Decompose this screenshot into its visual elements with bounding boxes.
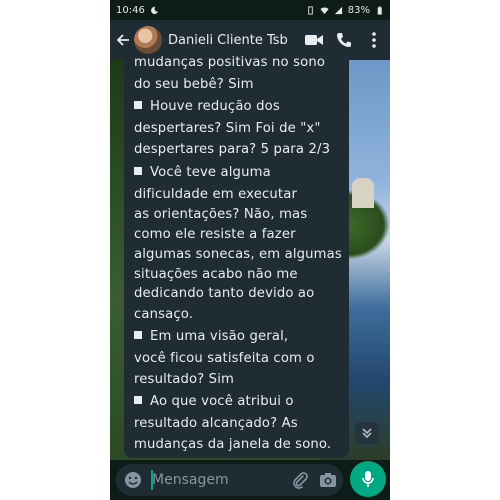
bullet-icon bbox=[134, 101, 142, 109]
voice-call-button[interactable] bbox=[332, 28, 356, 52]
message-bubble[interactable]: mudanças positivas no sono do seu bebê? … bbox=[124, 55, 349, 458]
message-line: mudanças positivas no sono bbox=[134, 55, 326, 70]
message-line: situações acabo não me bbox=[134, 267, 298, 282]
message-line: Houve redução dos bbox=[134, 99, 280, 114]
message-line: cansaço. bbox=[134, 307, 194, 322]
message-line: como ele resiste a fazer bbox=[134, 227, 296, 242]
message-line: despertares para? 5 para 2/3 bbox=[134, 142, 331, 157]
video-call-icon bbox=[305, 35, 323, 45]
contact-name[interactable]: Danieli Cliente Tsb bbox=[168, 33, 296, 48]
message-line: Ao que você atribui o bbox=[134, 394, 294, 409]
battery-percent: 83% bbox=[347, 4, 370, 16]
wifi-icon bbox=[320, 7, 329, 14]
message-line: algumas sonecas, em algumas bbox=[134, 247, 342, 262]
bullet-icon bbox=[134, 331, 142, 339]
signal-icon bbox=[334, 6, 342, 14]
scroll-down-button[interactable] bbox=[355, 422, 379, 444]
status-time: 10:46 bbox=[116, 4, 145, 16]
message-input[interactable] bbox=[152, 470, 272, 490]
message-line: resultado? Sim bbox=[134, 372, 235, 387]
chat-header: Danieli Cliente Tsb bbox=[110, 20, 390, 60]
message-line: despertares? Sim Foi de "x" bbox=[134, 121, 321, 136]
arrow-left-icon bbox=[116, 34, 129, 46]
message-line: Você teve alguma bbox=[134, 165, 271, 180]
input-bar bbox=[110, 460, 390, 500]
message-line: as orientações? Não, mas bbox=[134, 207, 308, 222]
mic-button[interactable] bbox=[350, 461, 386, 497]
message-line: Em uma visão geral, bbox=[134, 329, 288, 344]
video-call-button[interactable] bbox=[302, 28, 326, 52]
avatar[interactable] bbox=[134, 26, 162, 54]
chevron-double-down-icon bbox=[362, 428, 372, 439]
message-line: mudanças da janela de sono. bbox=[134, 437, 332, 452]
message-line: resultado alcançado? As bbox=[134, 416, 298, 431]
battery-icon bbox=[377, 5, 382, 15]
message-line: dificuldade em executar bbox=[134, 187, 298, 202]
paperclip-icon[interactable] bbox=[291, 471, 309, 489]
message-line: do seu bebê? Sim bbox=[134, 77, 254, 92]
message-input-box[interactable] bbox=[116, 464, 343, 496]
menu-button[interactable] bbox=[362, 28, 386, 52]
phone-screen: 10:46 83% Danieli Cliente Tsb mudanças p… bbox=[110, 0, 390, 500]
bullet-icon bbox=[134, 396, 142, 404]
microphone-icon bbox=[362, 471, 374, 487]
wallpaper-building bbox=[352, 178, 374, 208]
emoji-icon[interactable] bbox=[124, 471, 142, 489]
vibrate-icon bbox=[308, 5, 313, 15]
moon-icon bbox=[150, 6, 158, 14]
message-line: dedicando tanto devido ao bbox=[134, 286, 315, 301]
message-line: você ficou satisfeita com o bbox=[134, 351, 315, 366]
more-vertical-icon bbox=[372, 32, 376, 48]
bullet-icon bbox=[134, 167, 142, 175]
back-button[interactable] bbox=[114, 28, 132, 52]
camera-icon[interactable] bbox=[319, 471, 337, 489]
status-bar: 10:46 83% bbox=[110, 0, 390, 20]
phone-icon bbox=[337, 33, 351, 47]
